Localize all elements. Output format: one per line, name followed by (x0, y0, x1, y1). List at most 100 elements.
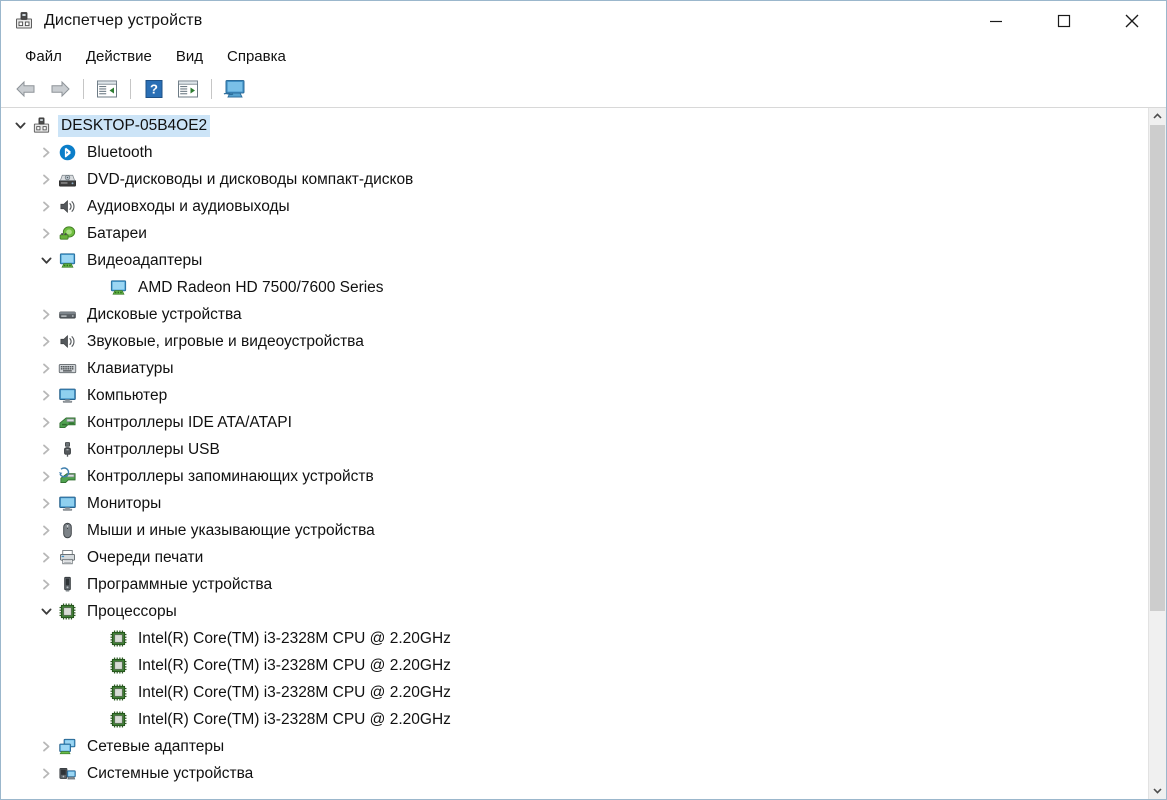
dvd-drive-icon (57, 170, 77, 190)
maximize-button[interactable] (1030, 1, 1098, 41)
speaker-icon (57, 332, 77, 352)
tree-item-label: Intel(R) Core(TM) i3-2328M CPU @ 2.20GHz (138, 656, 451, 674)
usb-icon (63, 442, 71, 457)
tree-item-toggle[interactable] (35, 139, 57, 166)
cpu-icon (110, 657, 126, 674)
scroll-up-button[interactable] (1149, 108, 1166, 125)
tree-item[interactable]: Контроллеры IDE ATA/ATAPI (1, 409, 1148, 436)
tree-item-toggle[interactable] (35, 517, 57, 544)
scrollbar-thumb[interactable] (1150, 125, 1165, 612)
tree-item[interactable]: Intel(R) Core(TM) i3-2328M CPU @ 2.20GHz (1, 679, 1148, 706)
properties-button[interactable] (90, 74, 124, 104)
properties-window-icon (97, 80, 117, 98)
monitor-icon (58, 388, 76, 403)
forward-button[interactable] (43, 74, 77, 104)
display-adapter-icon (110, 280, 126, 295)
tree-item-toggle[interactable] (35, 544, 57, 571)
tree-item[interactable]: Видеоадаптеры (1, 247, 1148, 274)
tree-item-toggle[interactable] (35, 463, 57, 490)
tree-item-toggle[interactable] (35, 193, 57, 220)
tree-item-toggle[interactable] (35, 409, 57, 436)
tree-item[interactable]: DESKTOP-05B4OE2 (1, 112, 1148, 139)
help-button[interactable]: ? (137, 74, 171, 104)
scrollbar-track[interactable] (1149, 125, 1166, 782)
tree-item-toggle[interactable] (35, 436, 57, 463)
tree-item-toggle[interactable] (9, 112, 31, 139)
separator-3 (211, 79, 212, 99)
tree-item[interactable]: Звуковые, игровые и видеоустройства (1, 328, 1148, 355)
tree-item-toggle[interactable] (35, 598, 57, 625)
display-adapter-icon (57, 251, 77, 271)
menu-view[interactable]: Вид (166, 45, 213, 68)
back-button[interactable] (9, 74, 43, 104)
close-icon (1125, 14, 1139, 28)
tree-item[interactable]: Intel(R) Core(TM) i3-2328M CPU @ 2.20GHz (1, 625, 1148, 652)
software-device-icon (57, 575, 77, 595)
tree-item[interactable]: AMD Radeon HD 7500/7600 Series (1, 274, 1148, 301)
tree-item-toggle[interactable] (35, 355, 57, 382)
close-button[interactable] (1098, 1, 1166, 41)
scan-hardware-button[interactable] (171, 74, 205, 104)
device-manager-icon (13, 10, 35, 32)
tree-item-toggle[interactable] (35, 490, 57, 517)
tree-item[interactable]: Intel(R) Core(TM) i3-2328M CPU @ 2.20GHz (1, 652, 1148, 679)
mouse-icon (62, 522, 72, 539)
tree-item[interactable]: Мониторы (1, 490, 1148, 517)
tree-item[interactable]: Контроллеры USB (1, 436, 1148, 463)
menu-file[interactable]: Файл (15, 45, 72, 68)
tree-item[interactable]: Клавиатуры (1, 355, 1148, 382)
tree-item[interactable]: Дисковые устройства (1, 301, 1148, 328)
menu-action[interactable]: Действие (76, 45, 162, 68)
scan-for-hardware-changes-button[interactable] (218, 74, 252, 104)
tree-item[interactable]: Intel(R) Core(TM) i3-2328M CPU @ 2.20GHz (1, 706, 1148, 733)
tree-item-label: Контроллеры IDE ATA/ATAPI (87, 413, 292, 431)
cpu-icon (110, 711, 126, 728)
cpu-icon (108, 629, 128, 649)
device-tree[interactable]: DESKTOP-05B4OE2 Bluetooth DVD-дисководы … (1, 108, 1148, 799)
tree-item-toggle[interactable] (35, 220, 57, 247)
storage-controller-icon (57, 467, 77, 487)
chevron-right-icon (42, 498, 49, 509)
tree-item-toggle[interactable] (35, 247, 57, 274)
separator-2 (130, 79, 131, 99)
chevron-right-icon (42, 228, 49, 239)
chevron-right-icon (42, 579, 49, 590)
tree-item-toggle[interactable] (35, 571, 57, 598)
tree-item-label: Аудиовходы и аудиовыходы (87, 197, 290, 215)
display-adapter-icon (59, 253, 75, 268)
tree-item-toggle[interactable] (35, 166, 57, 193)
vertical-scrollbar[interactable] (1148, 108, 1166, 799)
tree-item[interactable]: Аудиовходы и аудиовыходы (1, 193, 1148, 220)
tree-item-toggle[interactable] (35, 301, 57, 328)
tree-item-toggle[interactable] (35, 733, 57, 760)
cpu-icon (57, 602, 77, 622)
usb-icon (57, 440, 77, 460)
cpu-icon (108, 683, 128, 703)
tree-item[interactable]: Программные устройства (1, 571, 1148, 598)
tree-item[interactable]: Компьютер (1, 382, 1148, 409)
tree-item[interactable]: Сетевые адаптеры (1, 733, 1148, 760)
tree-item-label: Системные устройства (87, 764, 254, 782)
tree-item-label: Дисковые устройства (87, 305, 242, 323)
menu-help[interactable]: Справка (217, 45, 296, 68)
tree-item-toggle[interactable] (35, 382, 57, 409)
tree-item-toggle[interactable] (35, 328, 57, 355)
tree-item-label: Очереди печати (87, 548, 204, 566)
disk-drive-icon (57, 305, 77, 325)
tree-item[interactable]: Контроллеры запоминающих устройств (1, 463, 1148, 490)
cpu-icon (110, 630, 126, 647)
tree-item[interactable]: Очереди печати (1, 544, 1148, 571)
minimize-button[interactable] (962, 1, 1030, 41)
tree-item[interactable]: DVD-дисководы и дисководы компакт-дисков (1, 166, 1148, 193)
tree-item[interactable]: Батареи (1, 220, 1148, 247)
tree-item[interactable]: Процессоры (1, 598, 1148, 625)
chevron-right-icon (42, 174, 49, 185)
speaker-icon (60, 335, 75, 348)
minimize-icon (990, 20, 1002, 23)
tree-item[interactable]: Мыши и иные указывающие устройства (1, 517, 1148, 544)
scroll-down-button[interactable] (1149, 782, 1166, 799)
tree-item-toggle[interactable] (35, 760, 57, 787)
chevron-right-icon (42, 309, 49, 320)
tree-item[interactable]: Bluetooth (1, 139, 1148, 166)
tree-item[interactable]: Системные устройства (1, 760, 1148, 787)
